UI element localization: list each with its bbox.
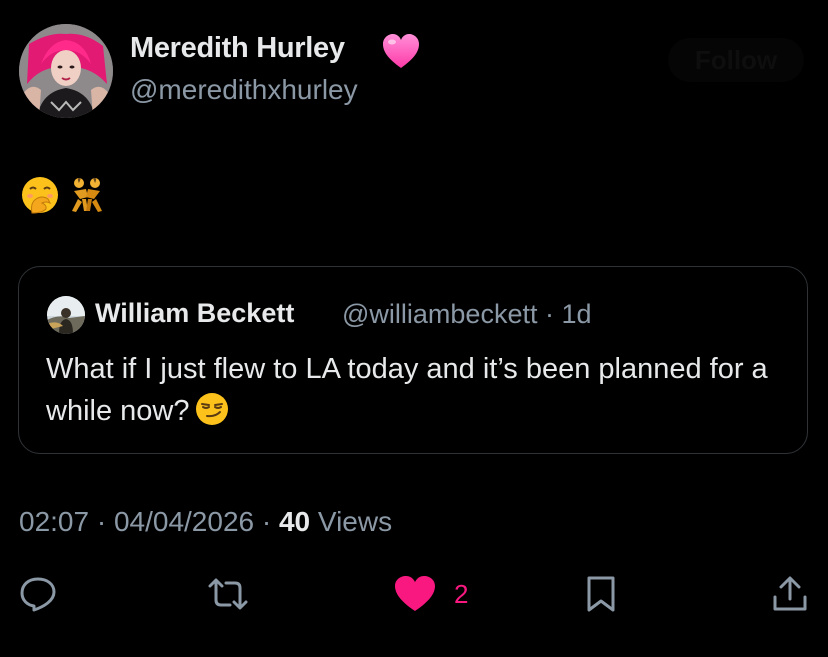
smirking-face-icon bbox=[195, 392, 229, 426]
tweet-timestamp[interactable]: 02:07 · 04/04/2026 · bbox=[19, 506, 279, 537]
author-avatar-image bbox=[19, 24, 113, 118]
like-button[interactable]: 2 bbox=[394, 574, 468, 614]
quoted-tweet-card[interactable]: William Beckett @williambeckett · 1d Wha… bbox=[18, 266, 808, 454]
quoted-tweet-text: What if I just flew to LA today and it’s… bbox=[46, 348, 791, 432]
bookmark-icon bbox=[587, 576, 615, 612]
repost-icon bbox=[208, 578, 248, 610]
like-count: 2 bbox=[454, 578, 469, 609]
repost-button[interactable] bbox=[206, 574, 250, 614]
quoted-author-avatar[interactable] bbox=[47, 296, 85, 334]
share-button[interactable] bbox=[771, 574, 809, 614]
views-label: Views bbox=[310, 506, 393, 537]
follow-button[interactable]: Follow bbox=[668, 38, 804, 82]
author-display-name[interactable]: Meredith Hurley bbox=[130, 32, 345, 65]
people-wrestling-icon bbox=[66, 175, 106, 215]
hand-over-mouth-face-icon bbox=[20, 175, 60, 215]
bookmark-button[interactable] bbox=[585, 574, 617, 614]
author-handle[interactable]: @meredithxhurley bbox=[130, 74, 358, 106]
author-avatar[interactable] bbox=[19, 24, 113, 118]
quoted-tweet-text-body: What if I just flew to LA today and it’s… bbox=[46, 353, 768, 427]
quoted-author-avatar-image bbox=[47, 296, 85, 334]
tweet-meta: 02:07 · 04/04/2026 · 40 Views bbox=[19, 506, 392, 538]
share-icon bbox=[773, 576, 807, 611]
reply-icon bbox=[20, 577, 56, 612]
views-count: 40 bbox=[278, 506, 311, 537]
quoted-author-display-name[interactable]: William Beckett bbox=[95, 298, 294, 329]
pink-heart-icon bbox=[381, 33, 421, 71]
heart-filled-icon bbox=[395, 576, 435, 611]
reply-button[interactable] bbox=[19, 574, 57, 614]
quoted-author-handle-time[interactable]: @williambeckett · 1d bbox=[342, 299, 592, 330]
